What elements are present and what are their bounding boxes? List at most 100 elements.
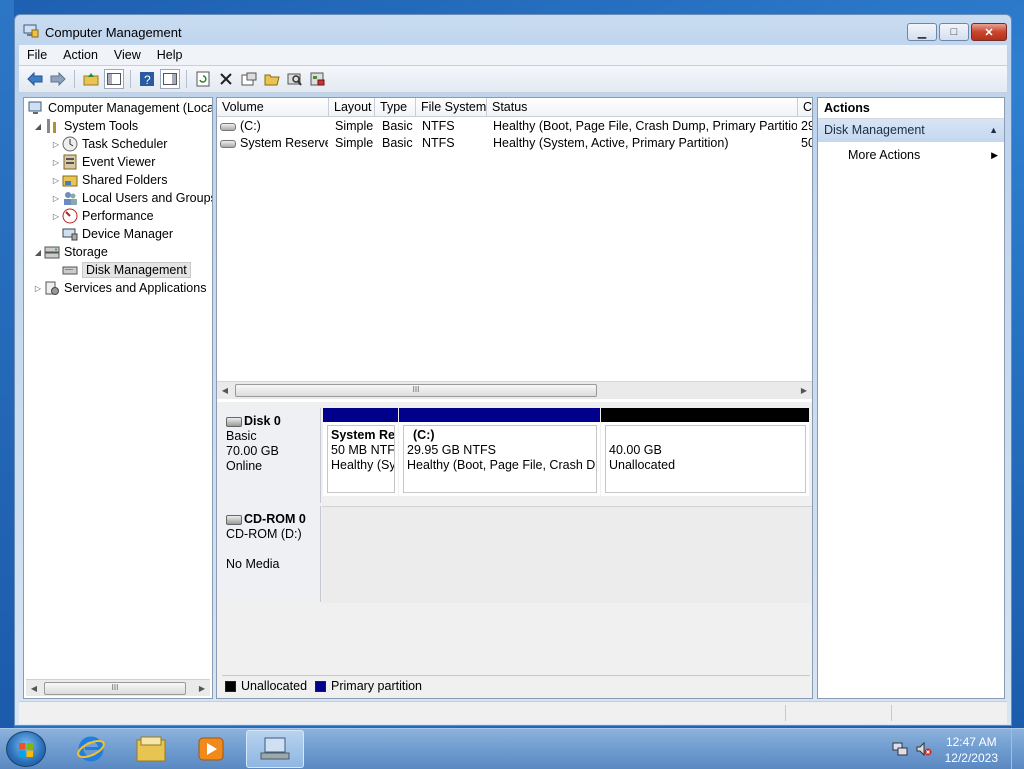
column-type[interactable]: Type [375,98,416,117]
menu-file[interactable]: File [19,48,55,62]
tree-item-task-scheduler[interactable]: ▷ Task Scheduler [50,135,167,153]
tree-label-event-viewer: Event Viewer [82,155,156,169]
taskbar-computer-management[interactable] [246,730,304,768]
scroll-thumb[interactable]: III [235,384,597,397]
menu-view[interactable]: View [106,48,149,62]
services-icon [45,281,59,295]
rescan-disks-icon[interactable] [285,69,305,89]
menu-action[interactable]: Action [55,48,106,62]
collapsed-arrow-icon[interactable]: ▷ [32,284,44,293]
column-layout[interactable]: Layout [329,98,375,117]
partition-status: Unallocated [609,458,676,472]
show-desktop-button[interactable] [1011,729,1024,769]
users-icon [64,192,77,205]
cdrom0-info[interactable]: CD-ROM 0 CD-ROM (D:) No Media [217,506,321,602]
cell-status: Healthy (System, Active, Primary Partiti… [493,136,729,150]
scroll-thumb[interactable]: III [44,682,186,695]
column-volume[interactable]: Volume [217,98,329,117]
close-button[interactable]: ✕ [971,23,1007,41]
tree-item-system-tools[interactable]: ◢ System Tools [32,117,138,135]
back-arrow-icon[interactable] [25,69,45,89]
delete-icon[interactable] [216,69,236,89]
tree-item-shared-folders[interactable]: ▷ Shared Folders [50,171,168,189]
tree-label-system-tools: System Tools [64,119,139,133]
up-folder-icon[interactable] [81,69,101,89]
help-icon[interactable]: ? [137,69,157,89]
column-capacity[interactable]: C [798,98,812,117]
taskbar: 12:47 AM 12/2/2023 [0,728,1024,769]
minimize-button[interactable]: ▁ [907,23,937,41]
actions-section-disk-management[interactable]: Disk Management ▲ [818,119,1004,142]
collapsed-arrow-icon[interactable]: ▷ [50,140,62,149]
title-bar[interactable]: Computer Management ▁ □ ✕ [15,15,1011,47]
collapsed-arrow-icon[interactable]: ▷ [50,176,62,185]
taskbar-internet-explorer[interactable] [62,730,120,768]
legend-primary-partition: Primary partition [331,679,423,693]
collapsed-arrow-icon[interactable]: ▷ [50,212,62,221]
cdrom0-name: CD-ROM 0 [244,512,306,526]
status-bar [19,701,1007,724]
partition-details: 40.00 GB Unallocated [605,425,806,493]
scroll-left-icon[interactable]: ◀ [26,680,42,696]
network-icon[interactable] [892,741,908,757]
navigation-tree: Computer Management (Local ◢ System Tool… [23,97,213,699]
column-file-system[interactable]: File System [416,98,487,117]
internet-explorer-icon [77,736,105,762]
minimize-icon: ▁ [917,26,927,39]
unallocated-bar [601,408,809,422]
open-icon[interactable] [262,69,282,89]
scroll-left-icon[interactable]: ◀ [217,382,233,398]
tree-item-services[interactable]: ▷ Services and Applications [32,279,206,297]
partition-title: (C:) [413,428,435,442]
status-divider [891,705,892,721]
show-hide-action-pane-icon[interactable] [160,69,180,89]
collapsed-arrow-icon[interactable]: ▷ [50,194,62,203]
taskbar-media-player[interactable] [182,730,240,768]
volume-list-horizontal-scrollbar[interactable]: ◀ III ▶ [217,381,812,399]
more-actions-label: More Actions [848,148,921,162]
collapsed-arrow-icon[interactable]: ▷ [50,158,62,167]
partition-c-drive[interactable]: (C:) 29.95 GB NTFS Healthy (Boot, Page F… [399,408,600,496]
menu-bar: File Action View Help [19,45,1007,65]
windows-logo-icon [19,743,33,757]
clock[interactable]: 12:47 AM 12/2/2023 [945,734,998,766]
maximize-button[interactable]: □ [939,23,969,41]
graphical-disk-view: Disk 0 Basic 70.00 GB Online System Res … [217,402,812,698]
scroll-right-icon[interactable]: ▶ [796,382,812,398]
scroll-right-icon[interactable]: ▶ [194,680,210,696]
properties-icon[interactable] [239,69,259,89]
expanded-arrow-icon[interactable]: ◢ [32,122,44,131]
tree-item-device-manager[interactable]: Device Manager [62,225,173,243]
tree-horizontal-scrollbar[interactable]: ◀ III ▶ [26,679,210,696]
tree-item-root[interactable]: Computer Management (Local [28,99,212,117]
more-actions-item[interactable]: More Actions ▶ [848,145,1004,165]
tree-item-local-users[interactable]: ▷ Local Users and Groups [50,189,212,207]
volume-muted-icon[interactable] [916,741,932,757]
cell-file-system: NTFS [422,136,455,150]
disk0-info[interactable]: Disk 0 Basic 70.00 GB Online [217,408,321,503]
partition-unallocated[interactable]: 40.00 GB Unallocated [601,408,809,496]
show-hide-tree-icon[interactable] [104,69,124,89]
toolbar-separator [74,70,75,88]
start-button[interactable] [6,731,46,767]
tree-label-shared-folders: Shared Folders [82,173,168,187]
refresh-icon[interactable] [193,69,213,89]
collapse-up-icon[interactable]: ▲ [989,119,998,142]
actions-header: Actions [818,98,1004,119]
cell-status: Healthy (Boot, Page File, Crash Dump, Pr… [493,119,797,133]
column-status[interactable]: Status [487,98,798,117]
taskbar-windows-explorer[interactable] [122,730,180,768]
tree-item-event-viewer[interactable]: ▷ Event Viewer [50,153,155,171]
forward-arrow-icon[interactable] [48,69,68,89]
disk0-size: 70.00 GB [226,444,279,458]
expanded-arrow-icon[interactable]: ◢ [32,248,44,257]
cell-volume: (C:) [220,118,328,135]
computer-management-icon [23,24,39,38]
tree-item-disk-management[interactable]: Disk Management [62,261,191,279]
partition-system-reserved[interactable]: System Res 50 MB NTFS Healthy (Sy [323,408,398,496]
menu-help[interactable]: Help [149,48,191,62]
tree-item-storage[interactable]: ◢ Storage [32,243,108,261]
tree-item-performance[interactable]: ▷ Performance [50,207,154,225]
system-tray: 12:47 AM 12/2/2023 [884,729,1024,769]
disk-settings-icon[interactable] [308,69,328,89]
